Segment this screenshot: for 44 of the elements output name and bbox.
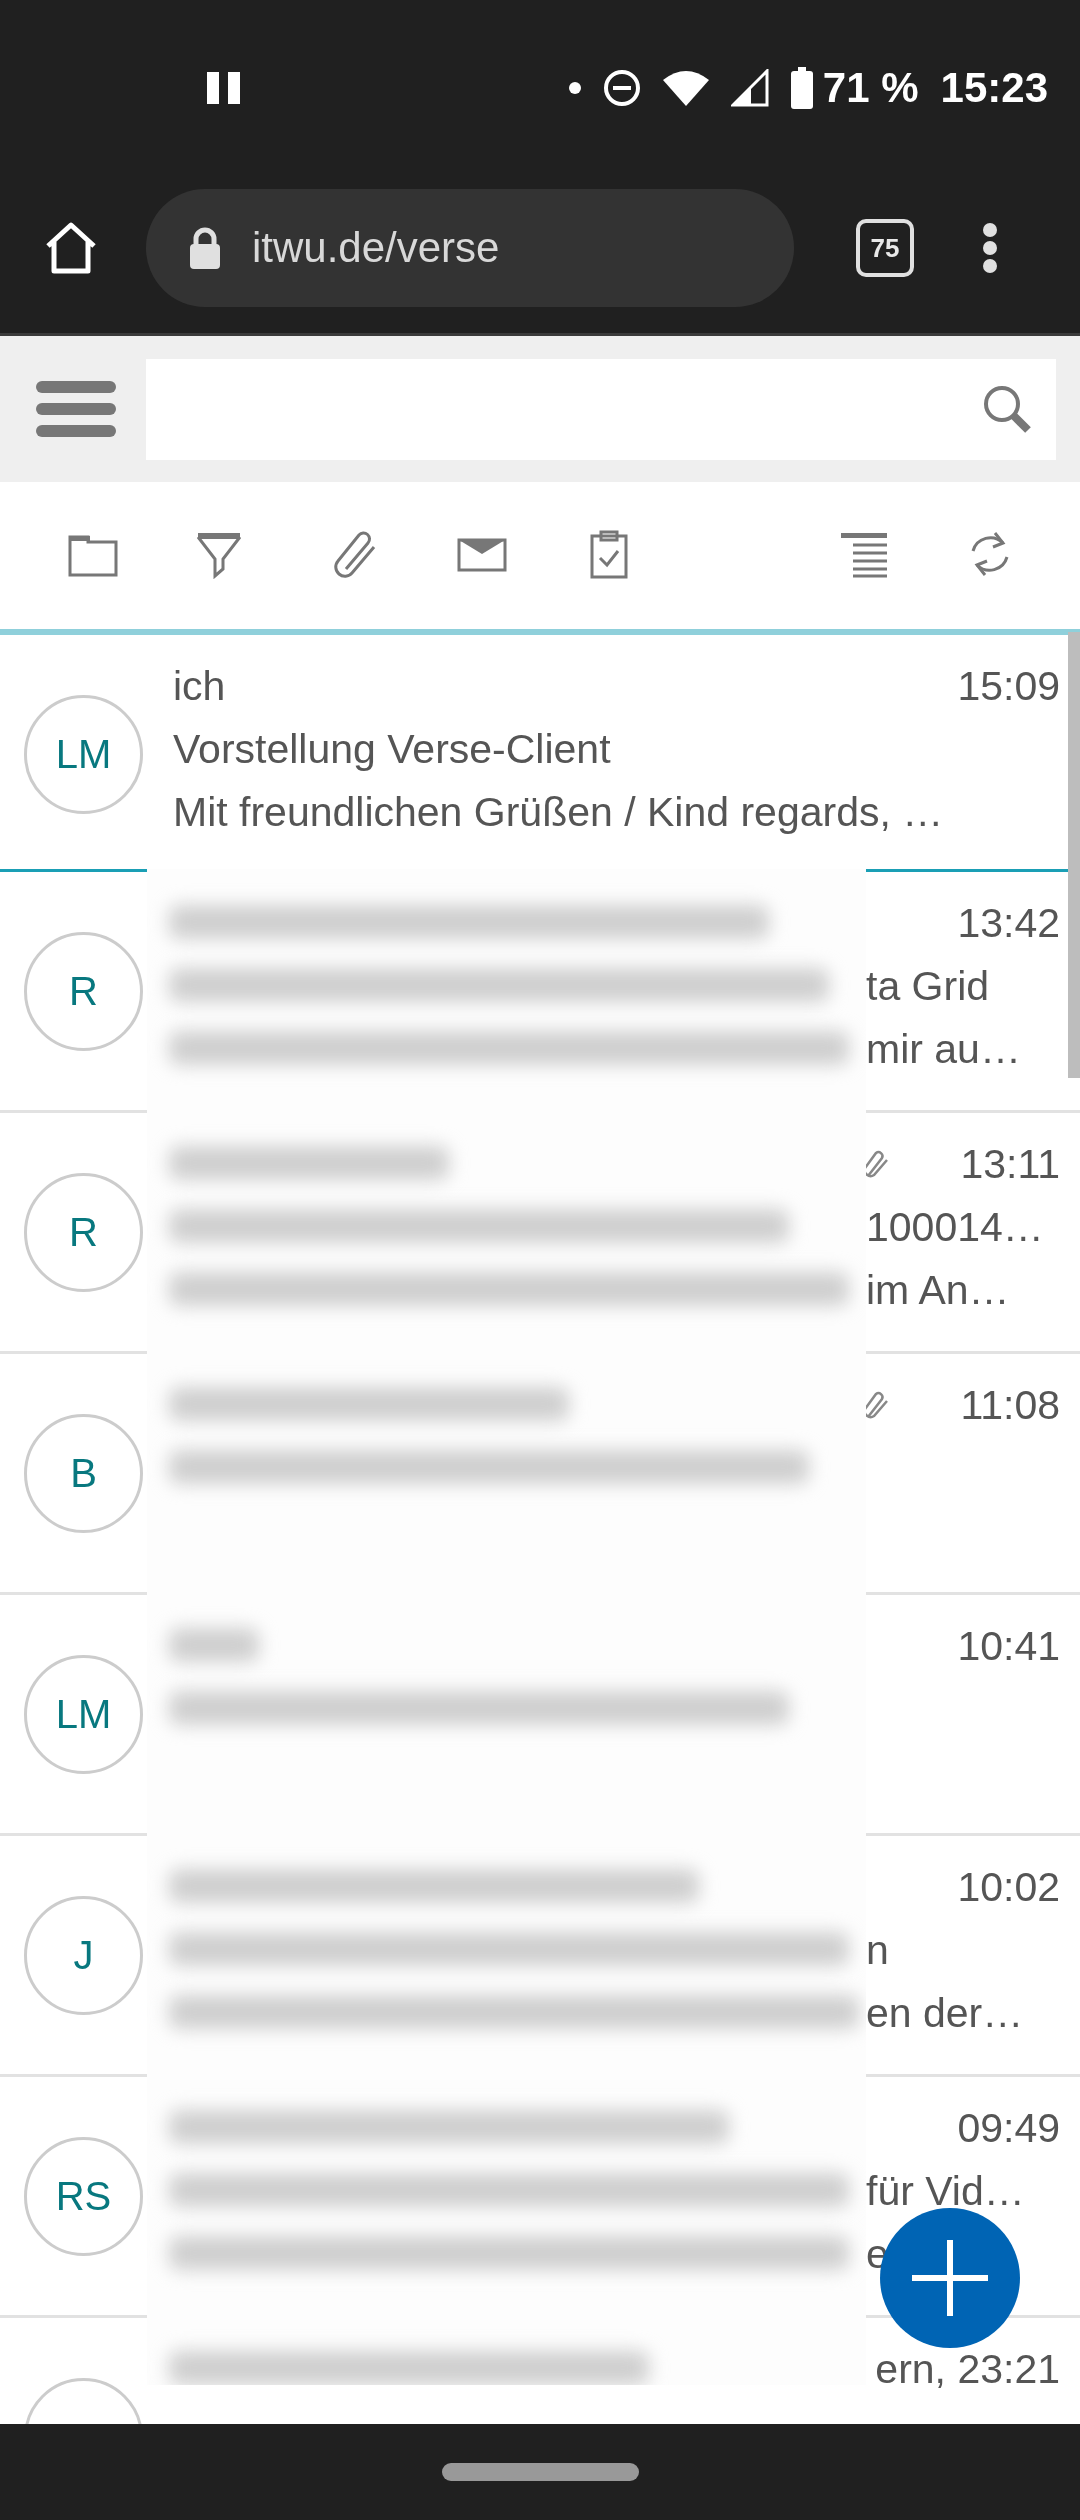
message-subject: n xyxy=(866,1927,889,1974)
menu-icon[interactable] xyxy=(36,381,116,437)
avatar: B xyxy=(24,1414,143,1533)
message-preview: Mit freundlichen Grüßen / Kind regards, … xyxy=(173,789,944,836)
avatar: R xyxy=(24,932,143,1051)
tab-count-button[interactable]: 75 xyxy=(856,219,914,277)
message-time: 09:49 xyxy=(957,2105,1060,2152)
message-time: 15:09 xyxy=(957,663,1060,710)
dot-icon xyxy=(568,81,581,94)
message-preview: im An… xyxy=(866,1267,1010,1314)
message-subject: für Vid… xyxy=(866,2168,1025,2215)
avatar: LM xyxy=(24,695,143,814)
avatar: LM xyxy=(24,1655,143,1774)
plus-icon xyxy=(912,2240,988,2316)
address-bar[interactable]: itwu.de/verse xyxy=(146,189,794,307)
signal-icon xyxy=(730,68,769,107)
battery-icon xyxy=(790,66,813,109)
pause-icon xyxy=(207,71,241,104)
message-time: 13:11 xyxy=(960,1141,1060,1188)
clock: 15:23 xyxy=(940,63,1048,112)
message-time: 13:42 xyxy=(957,900,1060,947)
url-text: itwu.de/verse xyxy=(252,224,500,272)
avatar: RS xyxy=(24,2137,143,2256)
message-subject: 100014… xyxy=(866,1204,1044,1251)
message-time: 11:08 xyxy=(960,1382,1060,1429)
avatar: R xyxy=(24,1173,143,1292)
home-gesture-handle[interactable] xyxy=(441,2463,639,2481)
message-time: ern, 23:21 xyxy=(875,2346,1060,2393)
search-icon[interactable] xyxy=(982,384,1032,434)
lock-icon xyxy=(188,227,222,269)
home-icon[interactable] xyxy=(44,222,98,274)
avatar: J xyxy=(24,1896,143,2015)
message-preview: mir au… xyxy=(866,1026,1021,1073)
do-not-disturb-icon xyxy=(602,68,641,107)
message-time: 10:02 xyxy=(957,1864,1060,1911)
message-time: 10:41 xyxy=(957,1623,1060,1670)
message-subject: Vorstellung Verse-Client xyxy=(173,726,611,773)
battery-level: 71 % xyxy=(822,63,919,112)
message-preview: en der… xyxy=(866,1990,1024,2037)
message-sender: ich xyxy=(173,663,226,710)
more-menu-icon[interactable] xyxy=(982,222,998,274)
scrollbar[interactable] xyxy=(1068,632,1080,1078)
wifi-icon xyxy=(662,69,709,106)
message-subject: ta Grid xyxy=(866,963,990,1010)
